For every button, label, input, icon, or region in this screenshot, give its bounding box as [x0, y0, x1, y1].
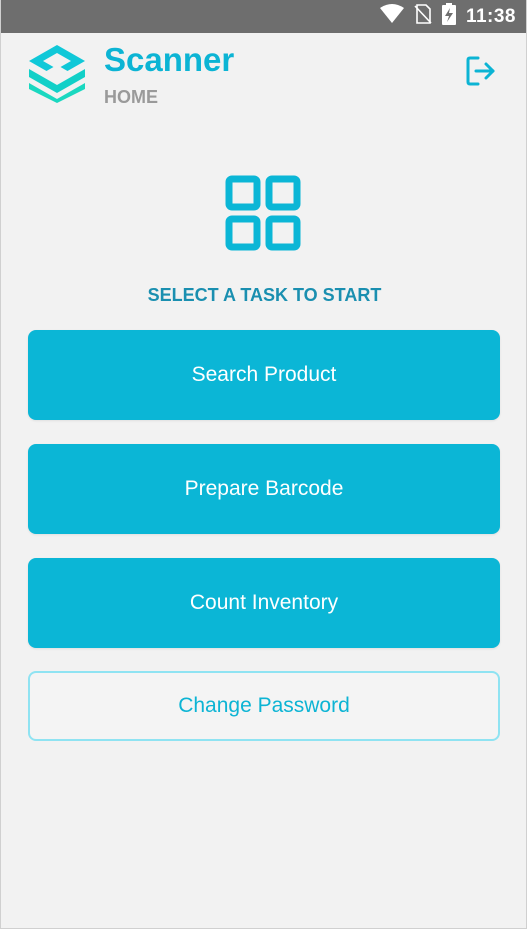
grid-apps-icon [225, 175, 301, 251]
task-prompt: SELECT A TASK TO START [147, 285, 382, 305]
page-subtitle: HOME [104, 87, 158, 107]
change-password-button[interactable]: Change Password [28, 671, 500, 741]
status-icons: 11:38 [379, 0, 516, 33]
prepare-barcode-button[interactable]: Prepare Barcode [28, 444, 500, 534]
battery-charging-icon [441, 3, 456, 30]
logout-button[interactable] [461, 55, 501, 91]
count-inventory-button[interactable]: Count Inventory [28, 558, 500, 648]
app-title: Scanner [104, 41, 235, 78]
layers-logo-icon [27, 43, 87, 103]
status-time: 11:38 [465, 5, 516, 27]
search-product-button[interactable]: Search Product [28, 330, 500, 420]
no-sim-icon [414, 4, 432, 29]
app-screen: 11:38 Scanner HOME SELECT A TASK TO STAR… [0, 0, 527, 929]
logout-icon [465, 55, 497, 92]
wifi-icon [379, 4, 404, 29]
status-bar: 11:38 [1, 0, 526, 33]
